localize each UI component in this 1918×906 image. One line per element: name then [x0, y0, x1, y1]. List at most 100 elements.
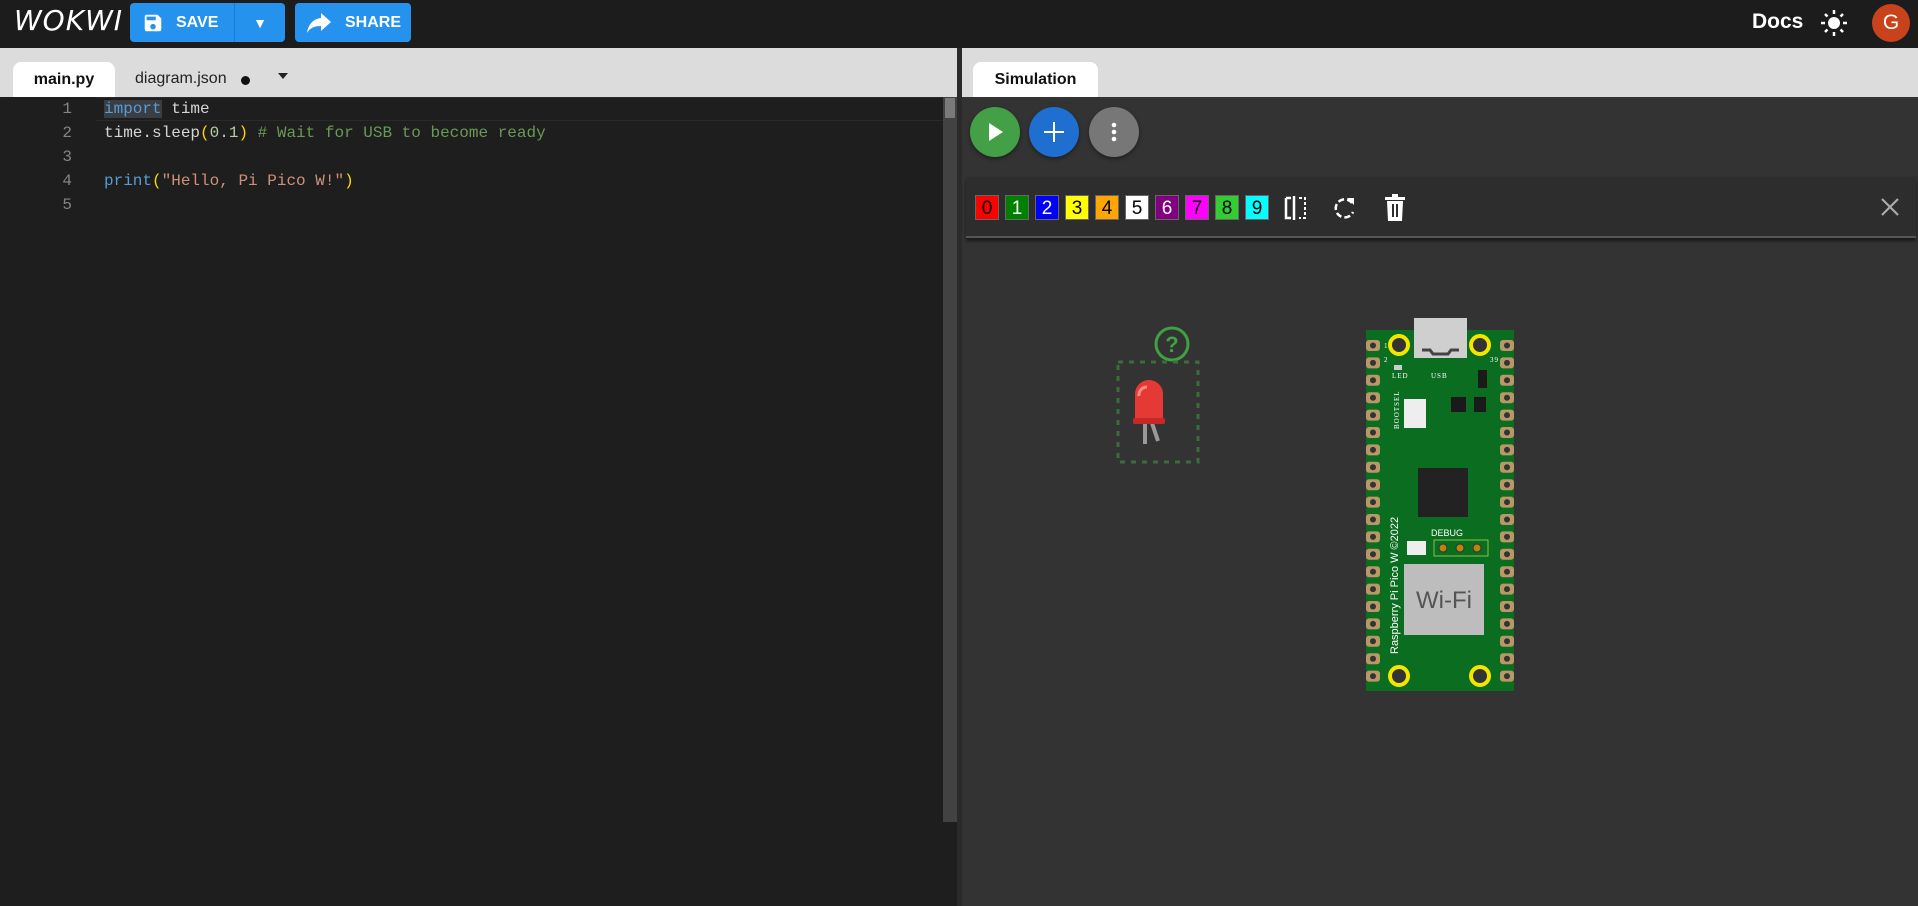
gpio-pin[interactable] — [1366, 479, 1380, 491]
save-dropdown-button[interactable]: ▼ — [235, 15, 285, 31]
svg-text:?: ? — [1165, 332, 1178, 357]
gpio-pin[interactable] — [1366, 531, 1380, 543]
gpio-pin[interactable] — [1500, 670, 1514, 682]
gpio-pin[interactable] — [1366, 357, 1380, 369]
gpio-pin[interactable] — [1500, 601, 1514, 612]
gpio-pin[interactable] — [1500, 618, 1514, 630]
plus-icon — [1044, 122, 1064, 142]
gpio-pin[interactable] — [1366, 548, 1380, 560]
wire-color-6[interactable]: 6 — [1155, 195, 1179, 220]
flip-horizontal-icon[interactable] — [1283, 194, 1309, 222]
tab-simulation[interactable]: Simulation — [973, 62, 1098, 97]
wire-color-8[interactable]: 8 — [1215, 195, 1239, 220]
wokwi-logo[interactable]: WOKWI — [14, 4, 123, 37]
close-toolbar-icon[interactable] — [1880, 197, 1900, 217]
delete-trash-icon[interactable] — [1384, 194, 1406, 221]
gpio-pin[interactable] — [1366, 496, 1380, 508]
gpio-pin[interactable] — [1500, 374, 1514, 386]
tab-diagram-json[interactable]: diagram.json — [135, 70, 227, 88]
code-line-4: print("Hello, Pi Pico W!") — [104, 169, 354, 193]
usb-connector — [1414, 318, 1467, 358]
wire-color-7[interactable]: 7 — [1185, 195, 1209, 220]
user-avatar[interactable]: G — [1872, 4, 1910, 42]
gpio-pin[interactable] — [1500, 635, 1514, 647]
gpio-pin[interactable] — [1500, 427, 1514, 438]
led-label: LED — [1392, 372, 1409, 380]
gpio-pin[interactable] — [1500, 566, 1514, 578]
floppy-disk-icon — [144, 14, 162, 31]
gpio-pin[interactable] — [1366, 444, 1380, 456]
pin39-label: 39 — [1490, 356, 1499, 364]
pin2-label: 2 — [1384, 356, 1389, 364]
red-led-icon — [1133, 380, 1165, 444]
wire-color-0[interactable]: 0 — [975, 195, 999, 220]
raspberry-pi-pico-w-board[interactable]: 1 2 39 LED USB BOOTSEL DEBUG Wi-Fi Raspb… — [1366, 316, 1516, 696]
gpio-pin[interactable] — [1500, 444, 1514, 456]
share-button[interactable]: SHARE — [295, 3, 411, 42]
tabs-dropdown-icon[interactable] — [278, 73, 288, 79]
gpio-pin[interactable] — [1366, 653, 1380, 665]
paren: ( — [152, 172, 162, 190]
gpio-pin[interactable] — [1500, 514, 1514, 525]
number: 0.1 — [209, 124, 239, 142]
gpio-pin[interactable] — [1500, 653, 1514, 665]
vertical-dots-icon — [1111, 122, 1117, 142]
wire-color-3[interactable]: 3 — [1065, 195, 1089, 220]
gpio-pin[interactable] — [1500, 340, 1514, 351]
start-simulation-button[interactable] — [970, 107, 1020, 157]
pin1-label: 1 — [1384, 342, 1389, 350]
gpio-pin[interactable] — [1366, 461, 1380, 473]
gpio-pin[interactable] — [1500, 461, 1514, 473]
play-icon — [989, 123, 1003, 141]
gpio-pin[interactable] — [1366, 514, 1380, 525]
bootsel-button[interactable] — [1404, 399, 1426, 428]
gpio-pin[interactable] — [1500, 479, 1514, 491]
add-part-button[interactable] — [1029, 107, 1079, 157]
gpio-pin[interactable] — [1366, 566, 1380, 578]
wire-color-4[interactable]: 4 — [1095, 195, 1119, 220]
theme-toggle-sun-icon[interactable] — [1820, 9, 1848, 37]
gpio-pin[interactable] — [1366, 670, 1380, 682]
paren: ) — [238, 124, 249, 142]
wire-color-2[interactable]: 2 — [1035, 195, 1059, 220]
wire-color-1[interactable]: 1 — [1005, 195, 1029, 220]
gpio-pin[interactable] — [1366, 618, 1380, 630]
debug-label: DEBUG — [1431, 528, 1463, 538]
gpio-pin[interactable] — [1500, 392, 1514, 404]
gpio-pin[interactable] — [1500, 496, 1514, 508]
gpio-pin[interactable] — [1500, 409, 1514, 421]
gpio-pin[interactable] — [1500, 548, 1514, 560]
save-button-group: SAVE ▼ — [130, 3, 285, 42]
gpio-pin[interactable] — [1366, 583, 1380, 595]
rp2040-chip — [1418, 468, 1468, 517]
line-number: 2 — [62, 124, 72, 142]
save-button[interactable]: SAVE — [130, 3, 235, 42]
docs-link[interactable]: Docs — [1752, 10, 1803, 34]
gpio-pin[interactable] — [1366, 340, 1380, 351]
wire-color-5[interactable]: 5 — [1125, 195, 1149, 220]
gpio-pin[interactable] — [1366, 601, 1380, 612]
gpio-pin[interactable] — [1366, 392, 1380, 404]
code-line-2: time.sleep(0.1) # Wait for USB to become… — [104, 121, 546, 145]
warning-question-icon[interactable]: ? — [1154, 326, 1190, 362]
current-line-highlight — [96, 97, 943, 121]
gpio-pin[interactable] — [1366, 427, 1380, 438]
led-component[interactable]: ? — [1110, 322, 1210, 472]
gpio-pin[interactable] — [1366, 635, 1380, 647]
gpio-pin[interactable] — [1366, 374, 1380, 386]
wire-color-toolbar: 0123456789 — [966, 177, 1916, 238]
rotate-icon[interactable] — [1332, 195, 1358, 221]
gpio-pin[interactable] — [1500, 531, 1514, 543]
editor-scrollbar[interactable] — [943, 97, 957, 822]
wire-color-9[interactable]: 9 — [1245, 195, 1269, 220]
gpio-pin[interactable] — [1366, 409, 1380, 421]
share-label: SHARE — [345, 13, 402, 31]
gpio-pin[interactable] — [1500, 583, 1514, 595]
more-options-button[interactable] — [1089, 107, 1139, 157]
code-editor[interactable]: 1 2 3 4 5 import time time.sleep(0.1) # … — [0, 97, 943, 906]
editor-scrollbar-thumb[interactable] — [945, 98, 955, 118]
gpio-pin[interactable] — [1500, 357, 1514, 369]
function-name: print — [104, 172, 153, 190]
tab-main-py[interactable]: main.py — [13, 62, 115, 97]
line-number: 5 — [62, 196, 72, 214]
